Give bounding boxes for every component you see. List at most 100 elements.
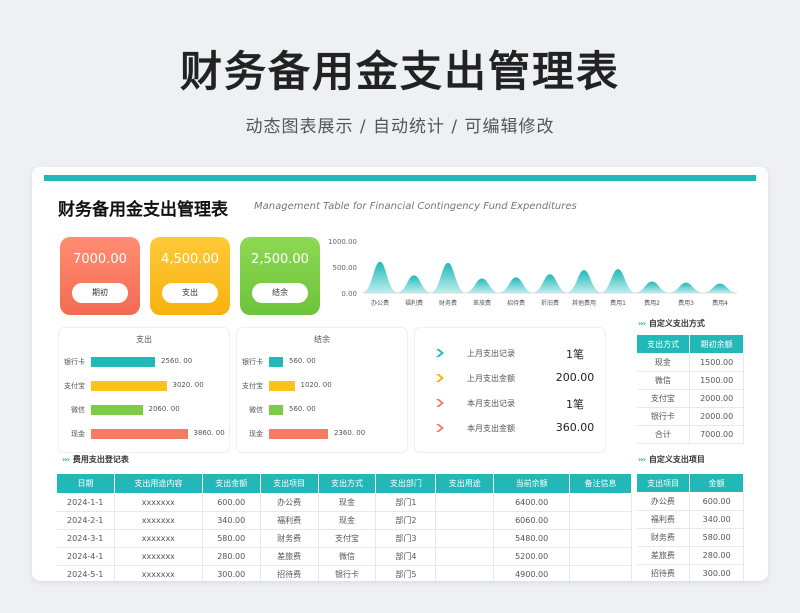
table-cell[interactable]: 微信 xyxy=(318,547,377,566)
table-cell[interactable]: 差旅费 xyxy=(636,546,691,565)
table-row[interactable]: 差旅费 280.00 xyxy=(636,546,744,565)
table-cell[interactable] xyxy=(569,511,632,530)
table-cell[interactable]: 银行卡 xyxy=(318,565,377,581)
table-cell[interactable]: 微信 xyxy=(636,371,691,390)
table-cell[interactable]: 5200.00 xyxy=(493,547,571,566)
table-cell[interactable]: 2000.00 xyxy=(689,407,744,426)
table-cell[interactable] xyxy=(569,547,632,566)
table-cell[interactable]: 现金 xyxy=(318,493,377,512)
table-cell[interactable]: xxxxxxx xyxy=(114,547,203,566)
table-row[interactable]: 招待费 300.00 xyxy=(636,564,744,581)
table-cell[interactable]: 财务费 xyxy=(636,528,691,547)
table-cell[interactable]: 部门3 xyxy=(375,529,437,548)
bar-value-label: 3860. 00 xyxy=(193,429,225,437)
table-cell[interactable] xyxy=(435,493,495,512)
table-row[interactable]: 办公费 600.00 xyxy=(636,492,744,511)
table-cell[interactable]: 340.00 xyxy=(202,511,261,530)
column-header[interactable]: 支出用途内容 xyxy=(113,473,203,494)
table-cell[interactable] xyxy=(569,493,632,512)
table-cell[interactable] xyxy=(435,511,495,530)
table-cell[interactable]: 7000.00 xyxy=(689,425,744,444)
balance-button[interactable]: 结余 xyxy=(252,283,308,303)
table-row[interactable]: 财务费 580.00 xyxy=(636,528,744,547)
table-cell[interactable]: 福利费 xyxy=(260,511,319,530)
table-cell[interactable]: 招待费 xyxy=(260,565,319,581)
column-header[interactable]: 支出金额 xyxy=(201,473,261,494)
table-row[interactable]: 银行卡 2000.00 xyxy=(636,407,744,426)
table-row[interactable]: 2024-4-1 xxxxxxx 280.00 差旅费 微信 部门4 5200.00 xyxy=(56,547,632,566)
table-cell[interactable]: 合计 xyxy=(636,425,691,444)
table-cell[interactable]: 福利费 xyxy=(636,510,691,529)
table-cell[interactable]: 2024-3-1 xyxy=(56,529,115,548)
column-header[interactable]: 支出项目 xyxy=(259,473,319,494)
table-cell[interactable]: 580.00 xyxy=(202,529,261,548)
table-cell[interactable] xyxy=(569,529,632,548)
table-cell[interactable]: 办公费 xyxy=(636,492,691,511)
table-cell[interactable]: 部门1 xyxy=(375,493,437,512)
card-value: 2,500.00 xyxy=(251,252,309,267)
table-cell[interactable]: 支付宝 xyxy=(318,529,377,548)
table-cell[interactable]: 280.00 xyxy=(202,547,261,566)
area-peak xyxy=(599,269,637,293)
table-row[interactable]: 合计 7000.00 xyxy=(636,425,744,444)
table-cell[interactable]: 现金 xyxy=(636,353,691,372)
table-cell[interactable] xyxy=(435,565,495,581)
table-row[interactable]: 福利费 340.00 xyxy=(636,510,744,529)
table-cell[interactable]: 2000.00 xyxy=(689,389,744,408)
column-header[interactable]: 支出方式 xyxy=(635,334,691,354)
table-row[interactable]: 2024-2-1 xxxxxxx 340.00 福利费 现金 部门2 6060.00 xyxy=(56,511,632,530)
table-cell[interactable]: 340.00 xyxy=(689,510,744,529)
table-cell[interactable] xyxy=(435,529,495,548)
table-cell[interactable]: 300.00 xyxy=(689,564,744,581)
column-header[interactable]: 期初余额 xyxy=(689,334,744,354)
column-header[interactable]: 当前余额 xyxy=(493,473,571,494)
table-cell[interactable]: 部门5 xyxy=(375,565,437,581)
table-cell[interactable]: 部门4 xyxy=(375,547,437,566)
table-cell[interactable]: 2024-1-1 xyxy=(56,493,115,512)
column-header[interactable]: 支出方式 xyxy=(317,473,377,494)
table-cell[interactable]: 6060.00 xyxy=(493,511,571,530)
balance-card: 2,500.00 结余 xyxy=(240,237,320,315)
table-row[interactable]: 2024-1-1 xxxxxxx 600.00 办公费 现金 部门1 6400.00 xyxy=(56,493,632,512)
table-row[interactable]: 现金 1500.00 xyxy=(636,353,744,372)
table-cell[interactable]: 4900.00 xyxy=(493,565,571,581)
table-row[interactable]: 2024-5-1 xxxxxxx 300.00 招待费 银行卡 部门5 4900.00 xyxy=(56,565,632,581)
table-cell[interactable]: 580.00 xyxy=(689,528,744,547)
table-cell[interactable]: 办公费 xyxy=(260,493,319,512)
table-cell[interactable]: xxxxxxx xyxy=(114,529,203,548)
expense-button[interactable]: 支出 xyxy=(162,283,218,303)
table-cell[interactable]: 部门2 xyxy=(375,511,437,530)
table-cell[interactable]: xxxxxxx xyxy=(114,511,203,530)
opening-button[interactable]: 期初 xyxy=(72,283,128,303)
table-cell[interactable]: 600.00 xyxy=(202,493,261,512)
column-header[interactable]: 日期 xyxy=(56,473,115,494)
table-cell[interactable]: 2024-5-1 xyxy=(56,565,115,581)
table-cell[interactable]: 1500.00 xyxy=(689,353,744,372)
table-cell[interactable]: 现金 xyxy=(318,511,377,530)
column-header[interactable]: 支出项目 xyxy=(635,473,691,493)
table-cell[interactable]: 600.00 xyxy=(689,492,744,511)
table-cell[interactable]: 300.00 xyxy=(202,565,261,581)
column-header[interactable]: 金额 xyxy=(689,473,744,493)
table-cell[interactable]: 支付宝 xyxy=(636,389,691,408)
table-cell[interactable]: 差旅费 xyxy=(260,547,319,566)
table-cell[interactable]: 2024-2-1 xyxy=(56,511,115,530)
table-cell[interactable]: 财务费 xyxy=(260,529,319,548)
table-cell[interactable]: xxxxxxx xyxy=(114,493,203,512)
column-header[interactable]: 支出部门 xyxy=(375,473,437,494)
column-header[interactable]: 支出用途 xyxy=(435,473,495,494)
table-cell[interactable]: 银行卡 xyxy=(636,407,691,426)
table-row[interactable]: 微信 1500.00 xyxy=(636,371,744,390)
table-cell[interactable]: 6400.00 xyxy=(493,493,571,512)
table-row[interactable]: 2024-3-1 xxxxxxx 580.00 财务费 支付宝 部门3 5480.00 xyxy=(56,529,632,548)
table-cell[interactable] xyxy=(435,547,495,566)
table-cell[interactable]: 1500.00 xyxy=(689,371,744,390)
table-cell[interactable]: 招待费 xyxy=(636,564,691,581)
column-header[interactable]: 备注信息 xyxy=(569,473,632,494)
table-cell[interactable]: xxxxxxx xyxy=(114,565,203,581)
table-cell[interactable]: 2024-4-1 xyxy=(56,547,115,566)
table-cell[interactable]: 5480.00 xyxy=(493,529,571,548)
table-cell[interactable] xyxy=(569,565,632,581)
table-cell[interactable]: 280.00 xyxy=(689,546,744,565)
table-row[interactable]: 支付宝 2000.00 xyxy=(636,389,744,408)
